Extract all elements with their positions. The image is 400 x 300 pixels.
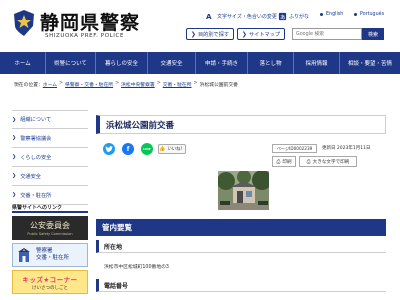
purpose-search-button[interactable]: ❯ 目的別で探す bbox=[186, 28, 234, 40]
like-button[interactable]: 👍 いいね！ bbox=[158, 144, 186, 154]
chevron-right-icon: ❯ bbox=[12, 192, 17, 198]
search-input[interactable] bbox=[292, 28, 362, 40]
sidebar-item-label: くらしの安全 bbox=[20, 154, 52, 161]
banner-title: 公安委員会 bbox=[30, 221, 70, 230]
breadcrumb: 現在の位置： ホーム > 県警察・交番・駐在所 > 浜松中央警察署 > 交番・駐… bbox=[14, 81, 238, 88]
police-stations-banner[interactable]: 警察署 交番・駐在所 bbox=[12, 243, 88, 267]
breadcrumb-prefix: 現在の位置： bbox=[14, 83, 43, 88]
twitter-share-button[interactable] bbox=[103, 143, 115, 155]
breadcrumb-current: 浜松城公園前交番 bbox=[199, 83, 238, 88]
page-title: 浜松城公園前交番 bbox=[96, 115, 386, 134]
sidebar-item-label: 警察署協議会 bbox=[20, 135, 52, 142]
breadcrumb-separator: > bbox=[193, 81, 198, 86]
sidebar-menu: ❯ 組織について ❯ 警察署協議会 ❯ くらしの安全 ❯ 交通安全 ❯ 交番・駐… bbox=[12, 110, 88, 205]
bullet-icon bbox=[320, 13, 323, 16]
sidebar-item-life-safety[interactable]: ❯ くらしの安全 bbox=[12, 148, 88, 167]
twitter-bird-icon bbox=[105, 145, 113, 152]
portuguese-label: Português bbox=[360, 12, 385, 17]
chevron-right-icon: ❯ bbox=[12, 135, 17, 141]
text-size-link[interactable]: A 文字サイズ・色合いの変更 bbox=[206, 10, 277, 22]
sidebar-item-koban[interactable]: ❯ 交番・駐在所 bbox=[12, 186, 88, 205]
furigana-link[interactable]: あ ふりがな bbox=[278, 10, 309, 22]
site-subtitle: SHIZUOKA PREF. POLICE bbox=[45, 33, 125, 39]
police-box-icon bbox=[18, 248, 30, 262]
line-share-button[interactable]: LINE bbox=[141, 143, 153, 155]
page-id: ページID0002239 bbox=[272, 144, 317, 153]
bullet-icon bbox=[354, 13, 357, 16]
nav-about[interactable]: 県警について bbox=[46, 52, 96, 74]
breadcrumb-stations[interactable]: 県警察・交番・駐在所 bbox=[65, 81, 113, 88]
nav-home[interactable]: ホーム bbox=[0, 52, 46, 74]
location-heading: 所在地 bbox=[96, 240, 386, 253]
sidebar-item-council[interactable]: ❯ 警察署協議会 bbox=[12, 129, 88, 148]
breadcrumb-home[interactable]: ホーム bbox=[43, 81, 57, 88]
sidebar-item-traffic-safety[interactable]: ❯ 交通安全 bbox=[12, 167, 88, 186]
chevron-right-icon: ❯ bbox=[12, 116, 17, 123]
breadcrumb-hamamatsu-station[interactable]: 浜松中央警察署 bbox=[121, 81, 155, 88]
sidebar-item-label: 交通安全 bbox=[20, 173, 41, 180]
nav-life-safety[interactable]: 暮らしの安全 bbox=[96, 52, 148, 74]
banner-title: キッズ★コーナー bbox=[22, 275, 78, 284]
like-label: いいね！ bbox=[167, 147, 185, 152]
print-button[interactable]: ⎙ 印刷 bbox=[272, 156, 296, 167]
banner-subtitle: けいさつのしごと bbox=[32, 285, 68, 291]
nav-recruitment[interactable]: 採用情報 bbox=[294, 52, 340, 74]
facebook-icon: f bbox=[126, 145, 130, 153]
svg-text:あ: あ bbox=[280, 13, 285, 20]
sitemap-button[interactable]: ❯ サイトマップ bbox=[237, 28, 285, 40]
thumbs-up-icon: 👍 bbox=[159, 146, 166, 152]
section-heading-overview: 管内要覧 bbox=[96, 219, 386, 236]
text-size-label: 文字サイズ・色合いの変更 bbox=[217, 13, 277, 20]
breadcrumb-separator: > bbox=[115, 81, 120, 86]
portuguese-link[interactable]: Português bbox=[352, 10, 386, 19]
sidebar-item-organization[interactable]: ❯ 組織について bbox=[12, 110, 88, 129]
banner-subtitle: Public Safety Commission bbox=[27, 232, 73, 236]
large-print-label: 大きな文字で印刷 bbox=[312, 159, 350, 165]
koban-building-photo bbox=[218, 171, 269, 210]
nav-lost-items[interactable]: 落とし物 bbox=[248, 52, 294, 74]
english-label: English bbox=[326, 12, 344, 17]
nav-consultation[interactable]: 相談・要望・苦情 bbox=[340, 52, 400, 74]
location-address: 浜松市中区松城町100番地の3 bbox=[104, 265, 169, 270]
sidebar-item-label: 交番・駐在所 bbox=[20, 192, 52, 199]
chevron-right-icon: ❯ bbox=[12, 154, 17, 160]
breadcrumb-separator: > bbox=[156, 81, 161, 86]
banner-line-2: 交番・駐在所 bbox=[36, 255, 70, 261]
sidebar-item-label: 組織について bbox=[20, 117, 52, 123]
nav-traffic-safety[interactable]: 交通安全 bbox=[148, 52, 196, 74]
svg-text:A: A bbox=[206, 12, 212, 21]
global-nav: ホーム 県警について 暮らしの安全 交通安全 申請・手続き 落とし物 採用情報 … bbox=[0, 52, 400, 74]
updated-date: 更新日 2023年1月11日 bbox=[322, 146, 371, 151]
site-header: 静岡県警察 SHIZUOKA PREF. POLICE A 文字サイズ・色合いの… bbox=[0, 0, 400, 52]
nav-applications[interactable]: 申請・手続き bbox=[196, 52, 248, 74]
text-size-icon: A bbox=[206, 12, 212, 21]
search-button[interactable]: 検索 bbox=[362, 28, 384, 40]
english-link[interactable]: English bbox=[318, 10, 345, 19]
arrow-right-icon: ❯ bbox=[241, 30, 247, 38]
furigana-label: ふりがな bbox=[289, 13, 310, 20]
facebook-share-button[interactable]: f bbox=[122, 143, 134, 155]
large-print-button[interactable]: ⎙ 大きな文字で印刷 bbox=[299, 156, 357, 167]
purpose-search-label: 目的別で探す bbox=[197, 31, 230, 38]
links-heading: 県警サイトへのリンク bbox=[12, 204, 88, 213]
breadcrumb-koban[interactable]: 交番・駐在所 bbox=[163, 81, 192, 88]
furigana-icon: あ bbox=[278, 12, 287, 20]
breadcrumb-separator: > bbox=[59, 81, 64, 86]
print-label: 印刷 bbox=[282, 159, 292, 165]
banner-line-1: 警察署 bbox=[36, 248, 53, 254]
line-icon: LINE bbox=[143, 147, 151, 151]
print-icon: ⎙ bbox=[306, 158, 311, 165]
public-safety-commission-banner[interactable]: 公安委員会 Public Safety Commission bbox=[12, 216, 88, 240]
print-icon: ⎙ bbox=[276, 158, 281, 165]
sitemap-label: サイトマップ bbox=[248, 31, 281, 38]
chevron-right-icon: ❯ bbox=[12, 173, 17, 179]
phone-heading: 電話番号 bbox=[96, 279, 386, 292]
arrow-right-icon: ❯ bbox=[190, 30, 196, 38]
kids-corner-banner[interactable]: キッズ★コーナー けいさつのしごと bbox=[12, 270, 88, 294]
